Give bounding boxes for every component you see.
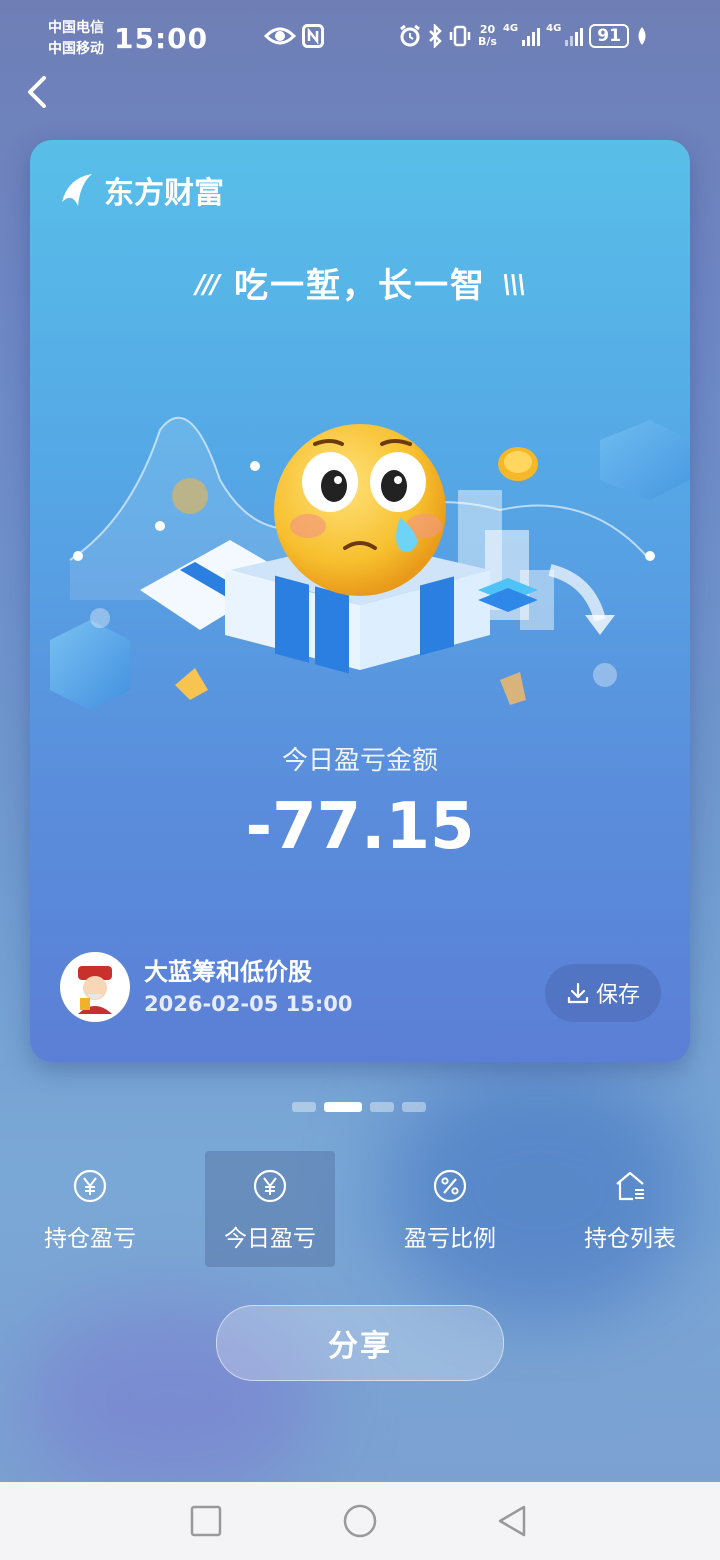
signal-2-label: 4G	[546, 22, 562, 34]
god-of-wealth-avatar-icon	[78, 966, 112, 1014]
slogan: /// 吃一堑，长一智 \\\	[30, 258, 690, 307]
carrier-info: 中国电信 中国移动	[48, 18, 104, 60]
page-dot[interactable]	[370, 1102, 394, 1112]
avatar	[60, 952, 130, 1022]
brand-name: 东方财富	[104, 176, 224, 211]
slogan-decoration-left: ///	[195, 270, 220, 300]
tab-label: 持仓盈亏	[44, 1226, 136, 1252]
system-nav-bar	[0, 1482, 720, 1560]
page-dot[interactable]	[292, 1102, 316, 1112]
carrier-1: 中国电信	[48, 20, 104, 36]
net-speed-unit: B/s	[478, 35, 497, 48]
tab-label: 盈亏比例	[404, 1226, 496, 1252]
download-icon	[567, 982, 589, 1004]
page-dot-active[interactable]	[324, 1102, 362, 1112]
status-time: 15:00	[114, 22, 209, 55]
vibrate-icon	[449, 25, 471, 47]
yen-circle-icon	[253, 1169, 287, 1203]
save-button[interactable]: 保存	[545, 964, 661, 1022]
tab-position-pnl[interactable]: 持仓盈亏	[25, 1151, 155, 1267]
save-label: 保存	[595, 983, 640, 1008]
net-speed: 20 B/s	[478, 24, 497, 48]
status-bar: 中国电信 中国移动 15:00 20 B/s 4G 4G 91	[0, 0, 720, 80]
percent-circle-icon	[433, 1169, 467, 1203]
card-type-tabs: 持仓盈亏 今日盈亏 盈亏比例 持仓列表	[0, 1151, 720, 1269]
sad-emoji-gift-box-illustration	[50, 416, 690, 710]
eye-icon	[264, 27, 296, 45]
tab-pnl-ratio[interactable]: 盈亏比例	[385, 1151, 515, 1267]
leaf-icon	[638, 27, 646, 45]
status-left-icons	[264, 24, 324, 48]
alarm-icon	[400, 24, 420, 47]
portfolio-name: 大蓝筹和低价股	[144, 958, 312, 986]
carrier-2: 中国移动	[48, 41, 104, 57]
house-list-icon	[616, 1171, 644, 1201]
yen-circle-icon	[73, 1169, 107, 1203]
battery-indicator: 91	[589, 24, 629, 48]
tab-today-pnl[interactable]: 今日盈亏	[205, 1151, 335, 1267]
page-dot[interactable]	[402, 1102, 426, 1112]
nfc-icon	[302, 24, 324, 48]
status-right-icons: 20 B/s 4G 4G 91	[398, 22, 649, 48]
eastmoney-logo-icon	[62, 174, 92, 206]
share-card: 东方财富 /// 吃一堑，长一智 \\\ 今日盈亏金额 -77.15 大蓝筹和低价…	[30, 140, 690, 1062]
slogan-decoration-right: \\\	[502, 270, 526, 300]
tab-label: 今日盈亏	[224, 1226, 316, 1252]
signal-1-label: 4G	[502, 22, 519, 34]
signal-2-icon	[565, 26, 584, 46]
back-arrow-icon[interactable]	[20, 72, 56, 112]
bluetooth-icon	[429, 24, 442, 48]
share-button[interactable]: 分享	[216, 1305, 504, 1381]
slogan-text: 吃一堑，长一智	[234, 266, 486, 306]
back-triangle-icon[interactable]	[496, 1504, 530, 1538]
tab-position-list[interactable]: 持仓列表	[565, 1151, 695, 1267]
pnl-value: -77.15	[245, 790, 475, 864]
card-datetime: 2026-02-05 15:00	[144, 992, 353, 1016]
tab-label: 持仓列表	[584, 1226, 676, 1252]
home-circle-icon[interactable]	[343, 1504, 377, 1538]
page-indicator	[292, 1102, 426, 1112]
recent-apps-icon[interactable]	[189, 1504, 223, 1538]
signal-1-icon	[522, 26, 541, 46]
pnl-label: 今日盈亏金额	[281, 746, 438, 776]
brand-logo: 东方财富	[58, 168, 224, 212]
